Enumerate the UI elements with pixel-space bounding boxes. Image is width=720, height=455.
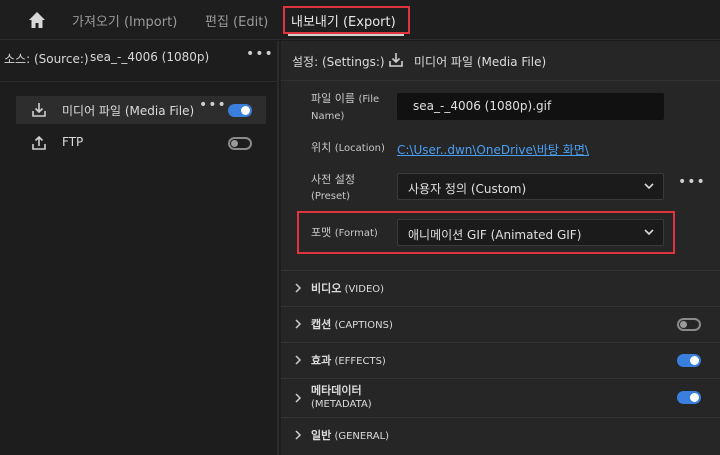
destinations-panel: 소스: (Source:) sea_-_4006 (1080p) ••• 미디어… [0,41,279,455]
section-label: 비디오 (VIDEO) [311,282,385,295]
home-icon[interactable] [27,10,47,30]
source-name: sea_-_4006 (1080p) [90,50,210,64]
format-label: 포맷 (Format) [311,226,378,239]
section-label: 메타데이터 (METADATA) [311,384,372,410]
divider [0,81,279,82]
destination-menu-button[interactable]: ••• [199,97,227,113]
section-captions[interactable]: 캡션 (CAPTIONS) [281,306,720,341]
section-label: 일반 (GENERAL) [311,429,390,442]
location-label: 위치 (Location) [311,141,385,154]
media-file-toggle[interactable] [228,104,252,117]
chevron-down-icon [644,229,654,236]
destination-label: FTP [62,135,84,149]
settings-panel: 설정: (Settings:) 미디어 파일 (Media File) 파일 이… [281,41,720,455]
format-dropdown[interactable]: 애니메이션 GIF (Animated GIF) [397,219,664,246]
section-label: 캡션 (CAPTIONS) [311,318,393,331]
file-name-value: sea_-_4006 (1080p).gif [413,99,552,113]
source-menu-button[interactable]: ••• [246,46,274,62]
format-value: 애니메이션 GIF (Animated GIF) [408,228,582,242]
tab-import[interactable]: 가져오기 (Import) [72,11,177,30]
metadata-toggle[interactable] [677,391,701,404]
section-label: 효과 (EFFECTS) [311,354,386,367]
download-icon [389,53,403,67]
file-name-label: 파일 이름 (File Name) [311,92,380,122]
tab-edit[interactable]: 편집 (Edit) [205,11,268,30]
effects-toggle[interactable] [677,354,701,367]
chevron-right-icon [295,393,302,403]
chevron-right-icon [295,355,302,365]
active-tab-underline [288,34,404,36]
destination-ftp[interactable]: FTP [16,129,266,157]
top-nav: 가져오기 (Import) 편집 (Edit) 내보내기 (Export) [0,0,720,40]
section-effects[interactable]: 효과 (EFFECTS) [281,342,720,377]
ftp-toggle[interactable] [228,137,252,150]
section-video[interactable]: 비디오 (VIDEO) [281,270,720,305]
captions-toggle[interactable] [677,318,701,331]
tab-export[interactable]: 내보내기 (Export) [291,11,396,30]
chevron-right-icon [295,319,302,329]
location-link[interactable]: C:\User..dwn\OneDrive\바탕 화면\ [397,141,589,158]
destination-label: 미디어 파일 (Media File) [62,104,195,118]
chevron-right-icon [295,283,302,293]
preset-menu-button[interactable]: ••• [678,174,706,190]
preset-dropdown[interactable]: 사용자 정의 (Custom) [397,173,664,200]
preset-value: 사용자 정의 (Custom) [408,182,527,196]
section-general[interactable]: 일반 (GENERAL) [281,417,720,455]
section-metadata[interactable]: 메타데이터 (METADATA) [281,378,720,416]
chevron-right-icon [295,430,302,440]
preset-label: 사전 설정 (Preset) [311,173,355,202]
settings-header: 설정: (Settings:) 미디어 파일 (Media File) [281,41,720,81]
destination-media-file[interactable]: 미디어 파일 (Media File) ••• [16,96,266,124]
source-label: 소스: (Source:) [4,52,89,66]
file-name-input[interactable]: sea_-_4006 (1080p).gif [397,93,664,120]
chevron-down-icon [644,183,654,190]
source-row: 소스: (Source:) sea_-_4006 (1080p) ••• [0,46,279,68]
settings-label: 설정: (Settings:) [292,55,385,69]
download-icon [32,103,46,117]
upload-icon [32,135,46,150]
settings-destination: 미디어 파일 (Media File) [414,55,547,69]
